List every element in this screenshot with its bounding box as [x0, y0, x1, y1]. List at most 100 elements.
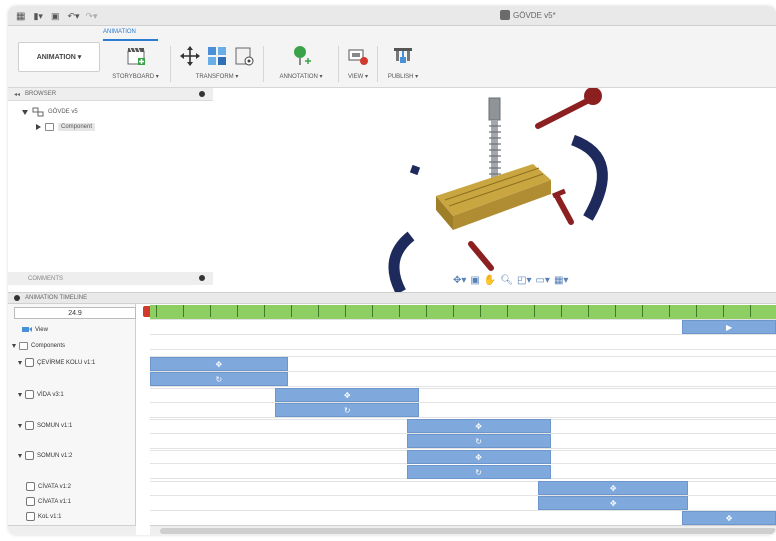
move-icon[interactable] [179, 45, 201, 67]
pan-icon[interactable]: ✋ [484, 275, 496, 286]
browser-component-row[interactable]: Component [36, 123, 96, 131]
grid-line [150, 349, 776, 350]
animation-bar[interactable]: ✥ [275, 388, 420, 402]
annotation-label[interactable]: ANNOTATION ▾ [279, 73, 322, 80]
clamp-arc-left[interactable] [388, 231, 415, 295]
track-label-components[interactable]: Components [12, 342, 65, 350]
hide-show-icon[interactable] [233, 45, 255, 67]
grid-line [150, 402, 776, 403]
assembly-model[interactable] [213, 87, 776, 295]
ruler-tick [669, 305, 670, 317]
transform-label[interactable]: TRANSFORM ▾ [196, 73, 239, 80]
ribbon-separator [338, 46, 339, 82]
storyboard-icon[interactable] [125, 45, 147, 67]
comments-options-icon[interactable] [199, 275, 205, 281]
red-bolt-2[interactable] [468, 241, 494, 271]
component-folder-icon [19, 342, 28, 350]
animation-bar[interactable]: ✥ [538, 481, 689, 495]
ruler-tick [561, 305, 562, 317]
animation-bar[interactable]: ↻ [275, 403, 420, 417]
ruler-tick [210, 305, 211, 317]
ruler-tick [372, 305, 373, 317]
ruler-tick [237, 305, 238, 317]
annotation-group[interactable]: ANNOTATION ▾ [266, 44, 336, 80]
animation-bar[interactable]: ↻ [406, 434, 551, 448]
tab-animation[interactable]: ANIMATION [103, 29, 136, 35]
browser-panel-header[interactable]: ◂◂ BROWSER [8, 88, 213, 101]
timeline-options-icon[interactable] [14, 295, 20, 301]
clamp-arc-right[interactable] [570, 134, 608, 221]
ruler-tick [264, 305, 265, 317]
track-label-somun-2[interactable]: SOMUN v1:2 [18, 451, 72, 460]
comments-panel-header[interactable]: COMMENTS [8, 272, 213, 285]
animation-bar[interactable]: ↻ [150, 372, 288, 386]
camera-icon [22, 327, 32, 332]
publish-group[interactable]: PUBLISH ▾ [381, 44, 425, 80]
small-nut[interactable] [409, 164, 421, 176]
expand-arrow-icon[interactable] [36, 124, 41, 130]
animation-bar[interactable]: ✥ [682, 511, 776, 525]
fit-icon[interactable]: ◰▾ [517, 275, 531, 286]
browser-root-row[interactable]: GÖVDE v5 [22, 107, 78, 117]
record-view-icon[interactable] [347, 45, 369, 67]
track-label-somun-1[interactable]: SOMUN v1:1 [18, 421, 72, 430]
expand-arrow-icon[interactable] [18, 392, 22, 397]
grid-settings-icon[interactable]: ▦▾ [554, 275, 568, 286]
track-label-text: VİDA v3:1 [37, 391, 64, 398]
panel-options-icon[interactable] [199, 91, 205, 97]
storyboard-group[interactable]: STORYBOARD ▾ [108, 44, 163, 80]
timeline-scrollbar[interactable] [150, 525, 776, 535]
timeline-grid[interactable]: ▶ ✥ ↻ ✥ ↻ ✥ ↻ ✥ ↻ ✥ ✥ ✥ [150, 319, 776, 526]
expand-arrow-icon[interactable] [12, 344, 16, 348]
track-list-scrollbar[interactable] [8, 525, 136, 535]
expand-arrow-icon[interactable] [18, 360, 22, 365]
grid-menu-icon[interactable]: ▦ [16, 11, 25, 22]
ruler-tick [183, 305, 184, 317]
track-label-civata-1[interactable]: CİVATA v1:1 [26, 497, 71, 506]
animation-bar[interactable]: ✥ [406, 450, 551, 464]
save-icon[interactable]: ▣ [51, 11, 60, 22]
ribbon-separator [377, 46, 378, 82]
track-label-civata-2[interactable]: CİVATA v1:2 [26, 482, 71, 491]
look-at-icon[interactable]: ▣ [470, 275, 479, 286]
view-group[interactable]: VIEW ▾ [341, 44, 375, 80]
current-time-field[interactable]: 24.9 [14, 307, 136, 319]
explode-icon[interactable] [206, 45, 228, 67]
animation-bar[interactable]: ↻ [406, 465, 551, 479]
screw-part[interactable] [488, 97, 501, 186]
redo-icon[interactable]: ↷▾ [86, 11, 98, 22]
zoom-icon[interactable]: 🔍︎ [500, 275, 513, 286]
file-icon[interactable]: ▮▾ [33, 11, 42, 22]
track-label-text: View [35, 326, 48, 333]
publish-video-icon[interactable] [392, 45, 414, 67]
display-settings-icon[interactable]: ▭▾ [535, 275, 549, 286]
grid-line [150, 386, 776, 387]
track-label-kol[interactable]: KoL v1:1 [26, 512, 61, 521]
orbit-icon[interactable]: ✥▾ [453, 275, 466, 286]
track-label-cevirme-kolu[interactable]: ÇEVİRME KOLU v1:1 [18, 358, 95, 367]
track-label-vida[interactable]: VİDA v3:1 [18, 390, 64, 399]
animation-bar[interactable]: ✥ [150, 357, 288, 371]
animation-timeline-header[interactable]: ANIMATION TIMELINE [8, 292, 776, 304]
expand-arrow-icon[interactable] [22, 109, 28, 115]
expand-arrow-icon[interactable] [18, 423, 22, 428]
3d-viewport[interactable] [213, 87, 776, 295]
storyboard-label[interactable]: STORYBOARD ▾ [112, 73, 158, 80]
publish-label[interactable]: PUBLISH ▾ [388, 73, 418, 80]
expand-arrow-icon[interactable] [18, 453, 22, 458]
animation-bar[interactable]: ✥ [538, 496, 689, 510]
timeline-ruler[interactable] [150, 305, 776, 319]
scrollbar-thumb[interactable] [160, 528, 776, 534]
animation-bar[interactable]: ✥ [406, 419, 551, 433]
animation-bar[interactable]: ▶ [682, 320, 776, 334]
transform-group[interactable]: TRANSFORM ▾ [174, 44, 260, 80]
undo-icon[interactable]: ↶▾ [67, 11, 79, 22]
crank-handle[interactable] [535, 87, 602, 129]
callout-icon[interactable] [290, 45, 312, 67]
collapse-icon[interactable]: ◂◂ [14, 91, 20, 98]
view-label[interactable]: VIEW ▾ [348, 73, 368, 80]
workspace-switcher-button[interactable]: ANIMATION ▾ [18, 42, 100, 72]
track-label-view[interactable]: View [22, 326, 48, 333]
document-title-text: GÖVDE v5* [513, 10, 556, 20]
red-bolt-1[interactable] [552, 188, 574, 225]
